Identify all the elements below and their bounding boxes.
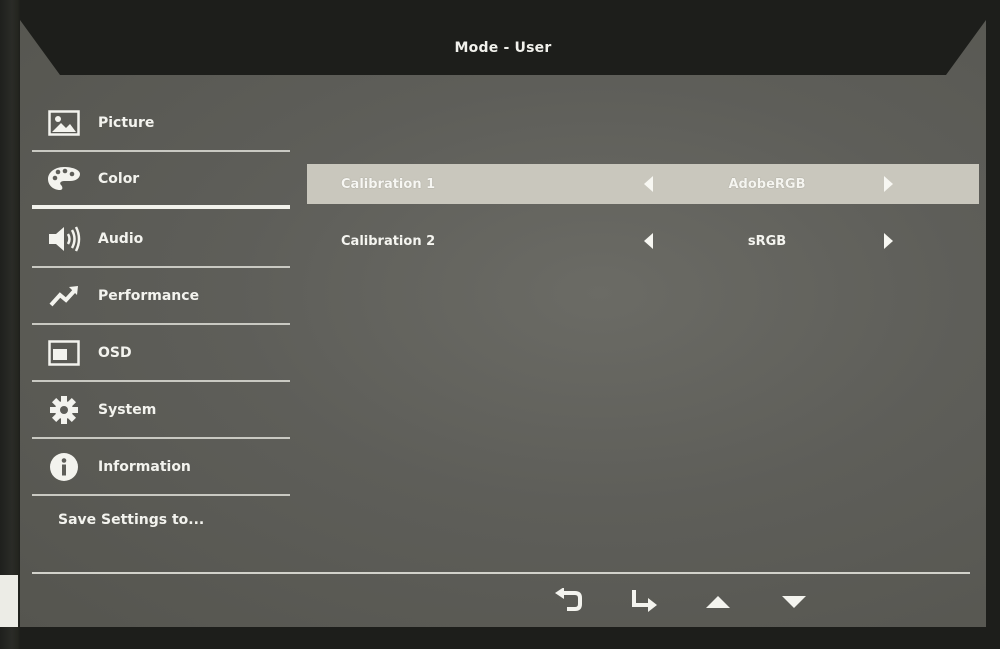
- sidebar-item-information[interactable]: Information: [32, 440, 290, 496]
- bottom-divider: [32, 572, 970, 574]
- sidebar-item-audio[interactable]: Audio: [32, 212, 290, 268]
- sidebar-item-label: Audio: [98, 231, 144, 247]
- osd-window-icon: [46, 338, 82, 368]
- down-button[interactable]: [778, 588, 810, 618]
- setting-label: Calibration 1: [341, 176, 436, 192]
- sidebar-item-performance[interactable]: Performance: [32, 269, 290, 325]
- back-button[interactable]: [552, 587, 584, 618]
- down-triangle-icon: [781, 594, 807, 613]
- up-button[interactable]: [702, 588, 734, 618]
- up-triangle-icon: [705, 594, 731, 613]
- setting-value: AdobeRGB: [728, 176, 806, 192]
- title-bar: Mode - User: [60, 20, 946, 75]
- sidebar-item-label: Color: [98, 171, 140, 187]
- trend-up-icon: [46, 281, 82, 311]
- save-settings-item[interactable]: Save Settings to...: [58, 512, 204, 528]
- sidebar-item-color[interactable]: Color: [32, 153, 290, 209]
- setting-row-calibration-2[interactable]: Calibration 2 sRGB: [307, 221, 979, 261]
- edge-glare: [0, 575, 18, 627]
- left-arrow-icon[interactable]: [644, 176, 653, 192]
- speaker-icon: [46, 224, 82, 254]
- sidebar-item-picture[interactable]: Picture: [32, 96, 290, 152]
- sidebar-item-label: Performance: [98, 288, 200, 304]
- picture-icon: [46, 108, 82, 138]
- sidebar-item-system[interactable]: System: [32, 383, 290, 439]
- setting-label: Calibration 2: [341, 233, 436, 249]
- sidebar-item-label: Information: [98, 459, 191, 475]
- monitor-screen: Mode - User Picture Color Audio Performa…: [0, 0, 1000, 649]
- right-arrow-icon[interactable]: [884, 176, 893, 192]
- enter-arrow-icon: [629, 588, 659, 618]
- sidebar-item-label: OSD: [98, 345, 132, 361]
- setting-value: sRGB: [747, 233, 787, 249]
- sidebar-item-osd[interactable]: OSD: [32, 326, 290, 382]
- sidebar-item-label: Picture: [98, 115, 155, 131]
- sidebar-item-label: System: [98, 402, 157, 418]
- right-arrow-icon[interactable]: [884, 233, 893, 249]
- palette-icon: [46, 164, 82, 194]
- info-icon: [46, 452, 82, 482]
- page-title: Mode - User: [454, 39, 552, 56]
- gear-icon: [46, 395, 82, 425]
- setting-row-calibration-1[interactable]: Calibration 1 AdobeRGB: [307, 164, 979, 204]
- enter-button[interactable]: [628, 588, 660, 618]
- back-arrow-icon: [553, 587, 583, 618]
- left-arrow-icon[interactable]: [644, 233, 653, 249]
